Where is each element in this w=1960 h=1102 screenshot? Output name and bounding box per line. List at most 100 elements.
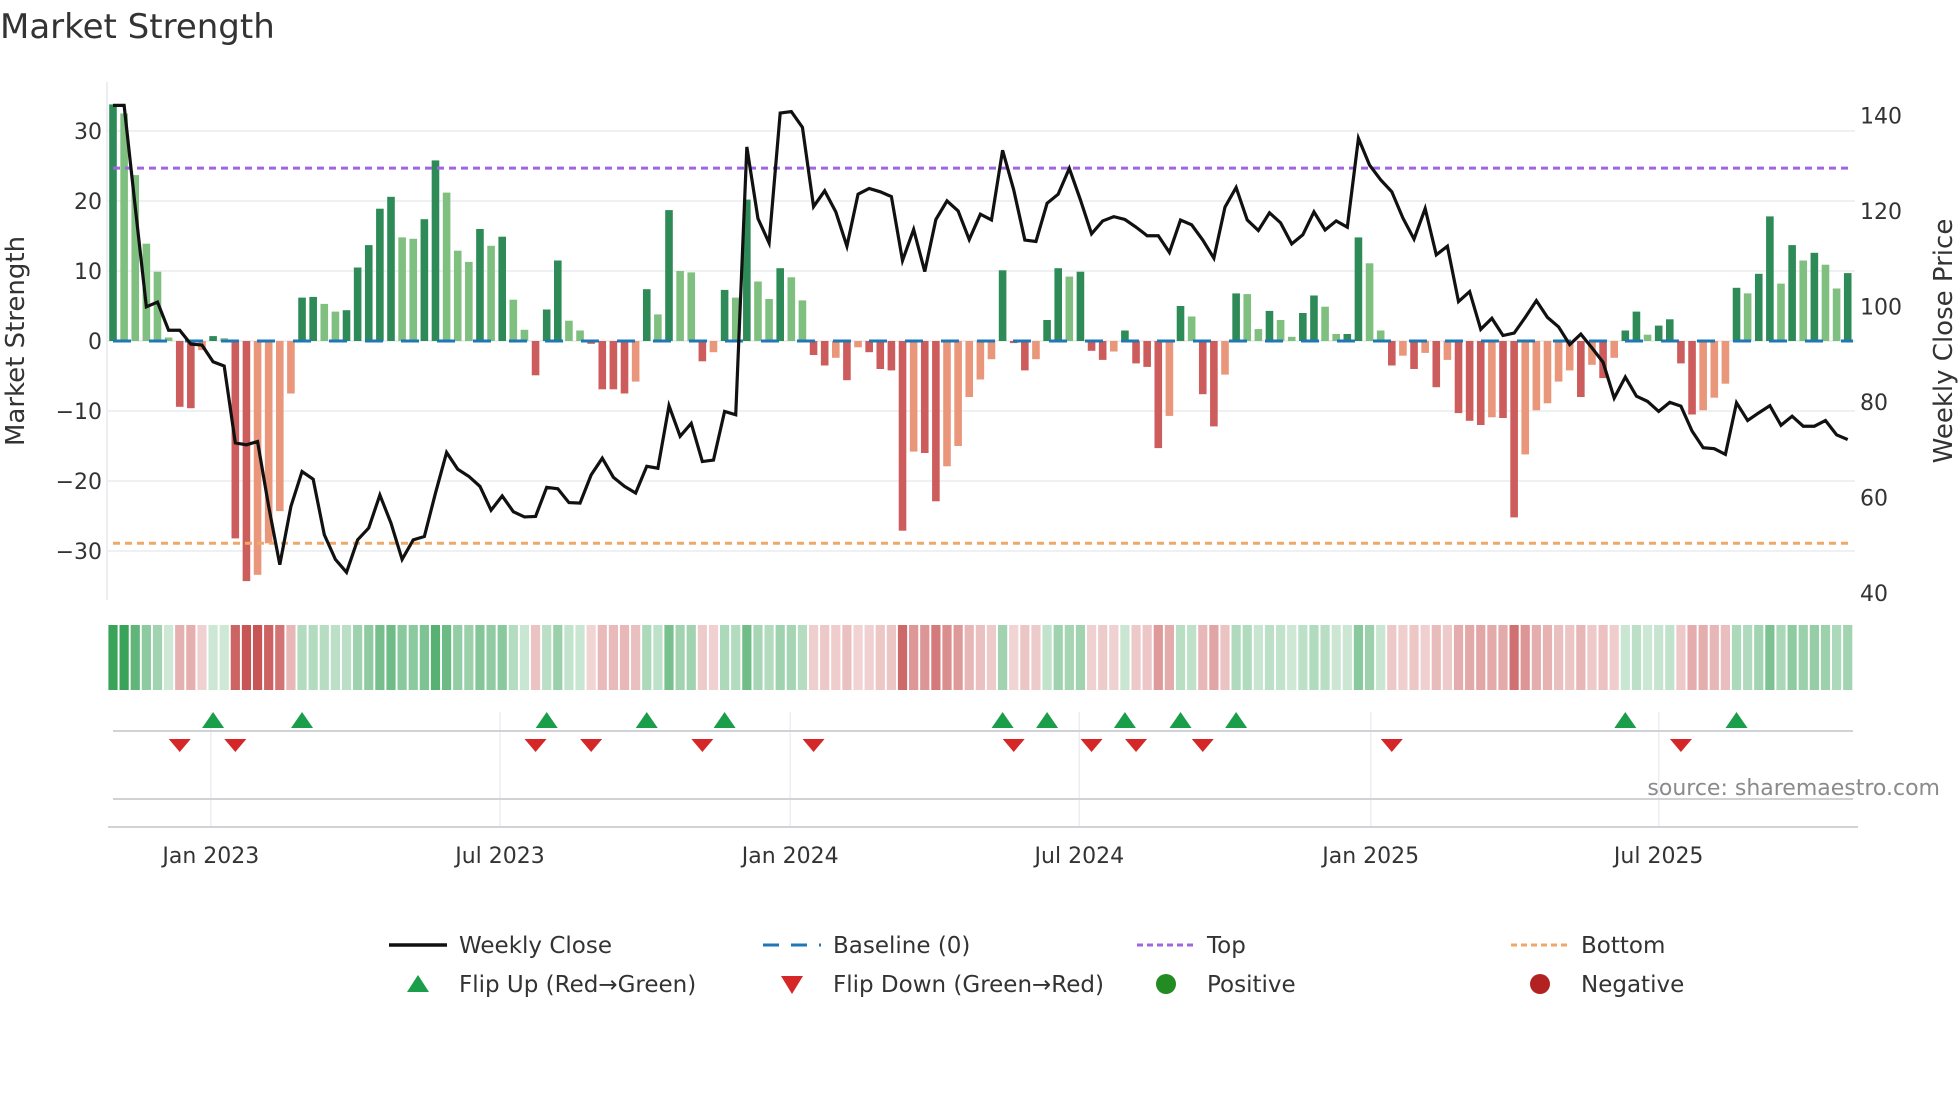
strength-bar <box>387 196 395 341</box>
heat-strip-cell <box>797 625 808 690</box>
right-y-ticks: 40 60 80 100 120 140 <box>1860 104 1902 606</box>
heat-strip-cell <box>1364 625 1375 690</box>
flip-down-marker <box>168 739 191 752</box>
strength-bar <box>1743 293 1752 341</box>
heat-strip-cell <box>909 625 919 690</box>
strength-bar <box>187 341 195 409</box>
heat-strip-cell <box>1020 625 1030 690</box>
flip-up-marker <box>713 712 736 728</box>
heat-strip-cell <box>619 625 630 690</box>
strength-bar <box>1821 264 1830 341</box>
legend-label: Weekly Close <box>459 933 612 959</box>
heat-strip-cell <box>697 625 707 690</box>
flip-up-marker <box>1225 712 1248 728</box>
legend-label: Top <box>1206 933 1246 959</box>
strength-bar <box>1788 245 1796 341</box>
strength-bar <box>1476 341 1485 425</box>
legend-label: Baseline (0) <box>833 933 970 959</box>
strength-bar <box>1532 341 1541 411</box>
heat-strip-cell <box>853 625 863 690</box>
heat-strip-cell <box>1398 625 1408 690</box>
heat-strip-cell <box>1754 625 1764 690</box>
y-tick-label: 10 <box>74 260 102 285</box>
heat-strip-cell <box>1175 625 1186 690</box>
heat-strip-cell <box>1009 625 1019 690</box>
strength-bar <box>1399 341 1407 356</box>
heat-strip-cell <box>942 625 952 690</box>
strength-bar <box>1610 341 1618 358</box>
legend-label: Flip Down (Green→Red) <box>833 972 1104 998</box>
strength-bar <box>765 299 773 341</box>
strength-bar <box>976 341 985 380</box>
heat-strip-cell <box>553 625 563 690</box>
heat-strip-cell <box>1587 625 1597 690</box>
heat-strip-cell <box>786 625 796 690</box>
heat-strip-cell <box>386 625 396 690</box>
heat-strip-cell <box>831 625 841 690</box>
heat-strip-cell <box>897 625 908 690</box>
heat-strip-cell <box>1376 625 1386 690</box>
heat-strip-cell <box>1542 625 1553 690</box>
x-tick-label: Jan 2023 <box>160 844 259 869</box>
strength-bar <box>854 341 862 348</box>
strength-bar <box>476 229 484 341</box>
weekly-close-line-group <box>113 103 1849 576</box>
strength-bar <box>1076 271 1085 341</box>
strength-bar <box>987 341 996 360</box>
strength-bar <box>1454 341 1463 414</box>
strength-bar <box>1198 341 1207 395</box>
strength-bar <box>331 311 340 341</box>
heat-strip-cell <box>953 625 963 690</box>
strength-bar <box>1721 341 1730 384</box>
heat-strip-cell <box>1765 625 1775 690</box>
flip-down-marker <box>1380 739 1403 752</box>
strength-bar <box>1065 276 1074 341</box>
legend-item: Negative <box>1530 972 1684 998</box>
strength-bar <box>865 341 873 353</box>
flip-down-marker <box>802 739 825 752</box>
strength-bar <box>565 320 573 341</box>
heat-strip-cell <box>1598 625 1608 690</box>
heat-strip-cell <box>1053 625 1063 690</box>
flip-markers <box>168 712 1748 827</box>
strength-bar <box>1754 273 1763 341</box>
legend-item: Flip Down (Green→Red) <box>781 972 1104 998</box>
heat-strip-cell <box>108 625 118 690</box>
strength-bar <box>954 341 962 446</box>
strength-bar <box>1777 283 1785 341</box>
heat-strip-cell <box>1086 625 1097 690</box>
y-tick-label: −20 <box>56 470 102 495</box>
strength-bar <box>298 297 306 341</box>
strength-bar <box>1710 341 1719 398</box>
flip-up-marker <box>635 712 658 728</box>
strength-bar <box>109 104 117 342</box>
heat-strip-cell <box>1309 625 1319 690</box>
heat-strip-cell <box>1298 625 1308 690</box>
strength-bar <box>676 271 684 341</box>
strength-bar <box>409 238 418 341</box>
flip-down-marker <box>1191 739 1214 752</box>
x-ticks: Jan 2023 Jul 2023 Jan 2024 Jul 2024 Jan 2025… <box>160 844 1703 869</box>
heat-strip-cell <box>164 625 174 690</box>
strength-bar <box>1176 306 1185 341</box>
heat-strip-cell <box>1109 625 1119 690</box>
heat-strip-cell <box>986 625 997 690</box>
heat-strip-cell <box>864 625 874 690</box>
strength-bar <box>1321 306 1329 341</box>
heat-strip-cell <box>1064 625 1074 690</box>
strength-bar <box>398 237 406 341</box>
heat-strip-cell <box>264 625 274 690</box>
heat-strip-cell <box>375 625 385 690</box>
strength-bar <box>1432 341 1441 388</box>
heat-strip-cell <box>1665 625 1675 690</box>
heat-strip-cell <box>297 625 307 690</box>
heat-strip-cell <box>1431 625 1441 690</box>
legend-label: Positive <box>1207 972 1296 998</box>
strength-heat-strip <box>108 625 1853 690</box>
heat-strip-cell <box>1565 625 1575 690</box>
strength-bar <box>709 341 718 353</box>
circle-icon <box>1530 974 1550 994</box>
strength-bar <box>1276 320 1285 341</box>
heat-strip-cell <box>1642 625 1653 690</box>
strength-bar <box>1421 341 1429 353</box>
